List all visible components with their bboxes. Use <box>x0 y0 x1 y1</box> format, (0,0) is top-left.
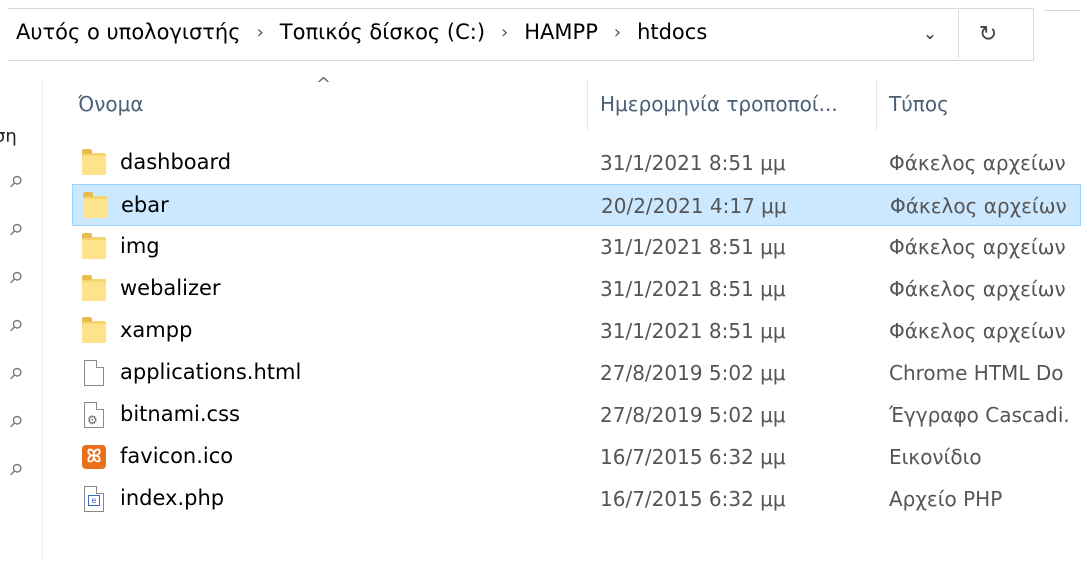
file-type: Chrome HTML Do <box>889 361 1064 385</box>
breadcrumb-chevron-icon[interactable]: › <box>600 22 635 43</box>
breadcrumb-chevron-icon[interactable]: › <box>487 22 522 43</box>
file-date: 31/1/2021 8:51 μμ <box>600 151 786 175</box>
folder-icon <box>82 317 108 345</box>
file-row[interactable]: ⚙ bitnami.css 27/8/2019 5:02 μμ Έγγραφο Cas… <box>72 394 1081 436</box>
file-name[interactable]: bitnami.css <box>120 402 240 426</box>
xampp-icon: ꕤ <box>82 443 108 471</box>
navigation-pane-divider <box>42 80 43 563</box>
sort-ascending-icon: ^ <box>316 74 332 95</box>
file-date: 16/7/2015 6:32 μμ <box>600 487 786 511</box>
file-row[interactable]: ebar 20/2/2021 4:17 μμ Φάκελος αρχείων <box>72 184 1081 226</box>
file-type: Φάκελος αρχείων <box>889 319 1066 343</box>
column-divider[interactable] <box>876 80 877 130</box>
file-row[interactable]: e index.php 16/7/2015 6:32 μμ Αρχείο PHP <box>72 478 1081 520</box>
file-name[interactable]: xampp <box>120 318 192 342</box>
breadcrumb-this-pc[interactable]: Αυτός ο υπολογιστής <box>14 20 243 44</box>
file-type: Εικονίδιο <box>889 445 982 469</box>
file-row[interactable]: applications.html 27/8/2019 5:02 μμ Chrome… <box>72 352 1081 394</box>
file-row[interactable]: img 31/1/2021 8:51 μμ Φάκελος αρχείων <box>72 226 1081 268</box>
file-date: 27/8/2019 5:02 μμ <box>600 403 786 427</box>
file-name[interactable]: webalizer <box>120 276 221 300</box>
file-row[interactable]: webalizer 31/1/2021 8:51 μμ Φάκελος αρχείω… <box>72 268 1081 310</box>
search-box-edge[interactable] <box>1044 10 1081 64</box>
file-row[interactable]: ꕤ favicon.ico 16/7/2015 6:32 μμ Εικονίδιο <box>72 436 1081 478</box>
folder-icon <box>82 275 108 303</box>
file-date: 31/1/2021 8:51 μμ <box>600 319 786 343</box>
file-date: 31/1/2021 8:51 μμ <box>600 277 786 301</box>
refresh-icon[interactable]: ↻ <box>972 20 1004 50</box>
file-type: Φάκελος αρχείων <box>889 151 1066 175</box>
css-file-icon: ⚙ <box>82 401 108 429</box>
file-type: Φάκελος αρχείων <box>889 277 1066 301</box>
column-header-type[interactable]: Τύπος <box>889 92 949 116</box>
folder-icon <box>82 233 108 261</box>
file-name[interactable]: dashboard <box>120 150 231 174</box>
nav-partial-label[interactable]: ση <box>0 126 17 147</box>
navigation-pane: ση <box>0 66 42 563</box>
file-date: 27/8/2019 5:02 μμ <box>600 361 786 385</box>
file-name[interactable]: applications.html <box>120 360 301 384</box>
file-type: Έγγραφο Cascadi. <box>889 403 1070 427</box>
file-type: Φάκελος αρχείων <box>890 194 1067 218</box>
breadcrumb-chevron-icon[interactable]: › <box>243 22 278 43</box>
file-date: 20/2/2021 4:17 μμ <box>601 194 787 218</box>
breadcrumb-hampp[interactable]: HAMPP <box>522 20 600 44</box>
column-header-date[interactable]: Ημερομηνία τροποποί... <box>600 92 838 116</box>
breadcrumb-htdocs[interactable]: htdocs <box>635 20 709 44</box>
divider <box>958 10 959 58</box>
folder-icon <box>83 192 109 220</box>
address-bar: Αυτός ο υπολογιστής › Τοπικός δίσκος (C:… <box>0 0 1081 66</box>
file-name[interactable]: ebar <box>121 193 169 217</box>
php-file-icon: e <box>82 485 108 513</box>
document-icon <box>82 359 108 387</box>
file-date: 31/1/2021 8:51 μμ <box>600 235 786 259</box>
file-type: Φάκελος αρχείων <box>889 235 1066 259</box>
column-header-name[interactable]: Όνομα <box>78 92 144 116</box>
file-name[interactable]: index.php <box>120 486 224 510</box>
file-type: Αρχείο PHP <box>889 487 1003 511</box>
file-row[interactable]: dashboard 31/1/2021 8:51 μμ Φάκελος αρχείω… <box>72 142 1081 184</box>
file-date: 16/7/2015 6:32 μμ <box>600 445 786 469</box>
column-divider[interactable] <box>587 80 588 130</box>
breadcrumb-local-disk[interactable]: Τοπικός δίσκος (C:) <box>278 20 487 44</box>
file-name[interactable]: favicon.ico <box>120 444 233 468</box>
folder-icon <box>82 149 108 177</box>
chevron-down-icon[interactable]: ⌄ <box>916 20 944 48</box>
file-row[interactable]: xampp 31/1/2021 8:51 μμ Φάκελος αρχείων <box>72 310 1081 352</box>
breadcrumb: Αυτός ο υπολογιστής › Τοπικός δίσκος (C:… <box>14 20 709 44</box>
file-name[interactable]: img <box>120 234 160 258</box>
